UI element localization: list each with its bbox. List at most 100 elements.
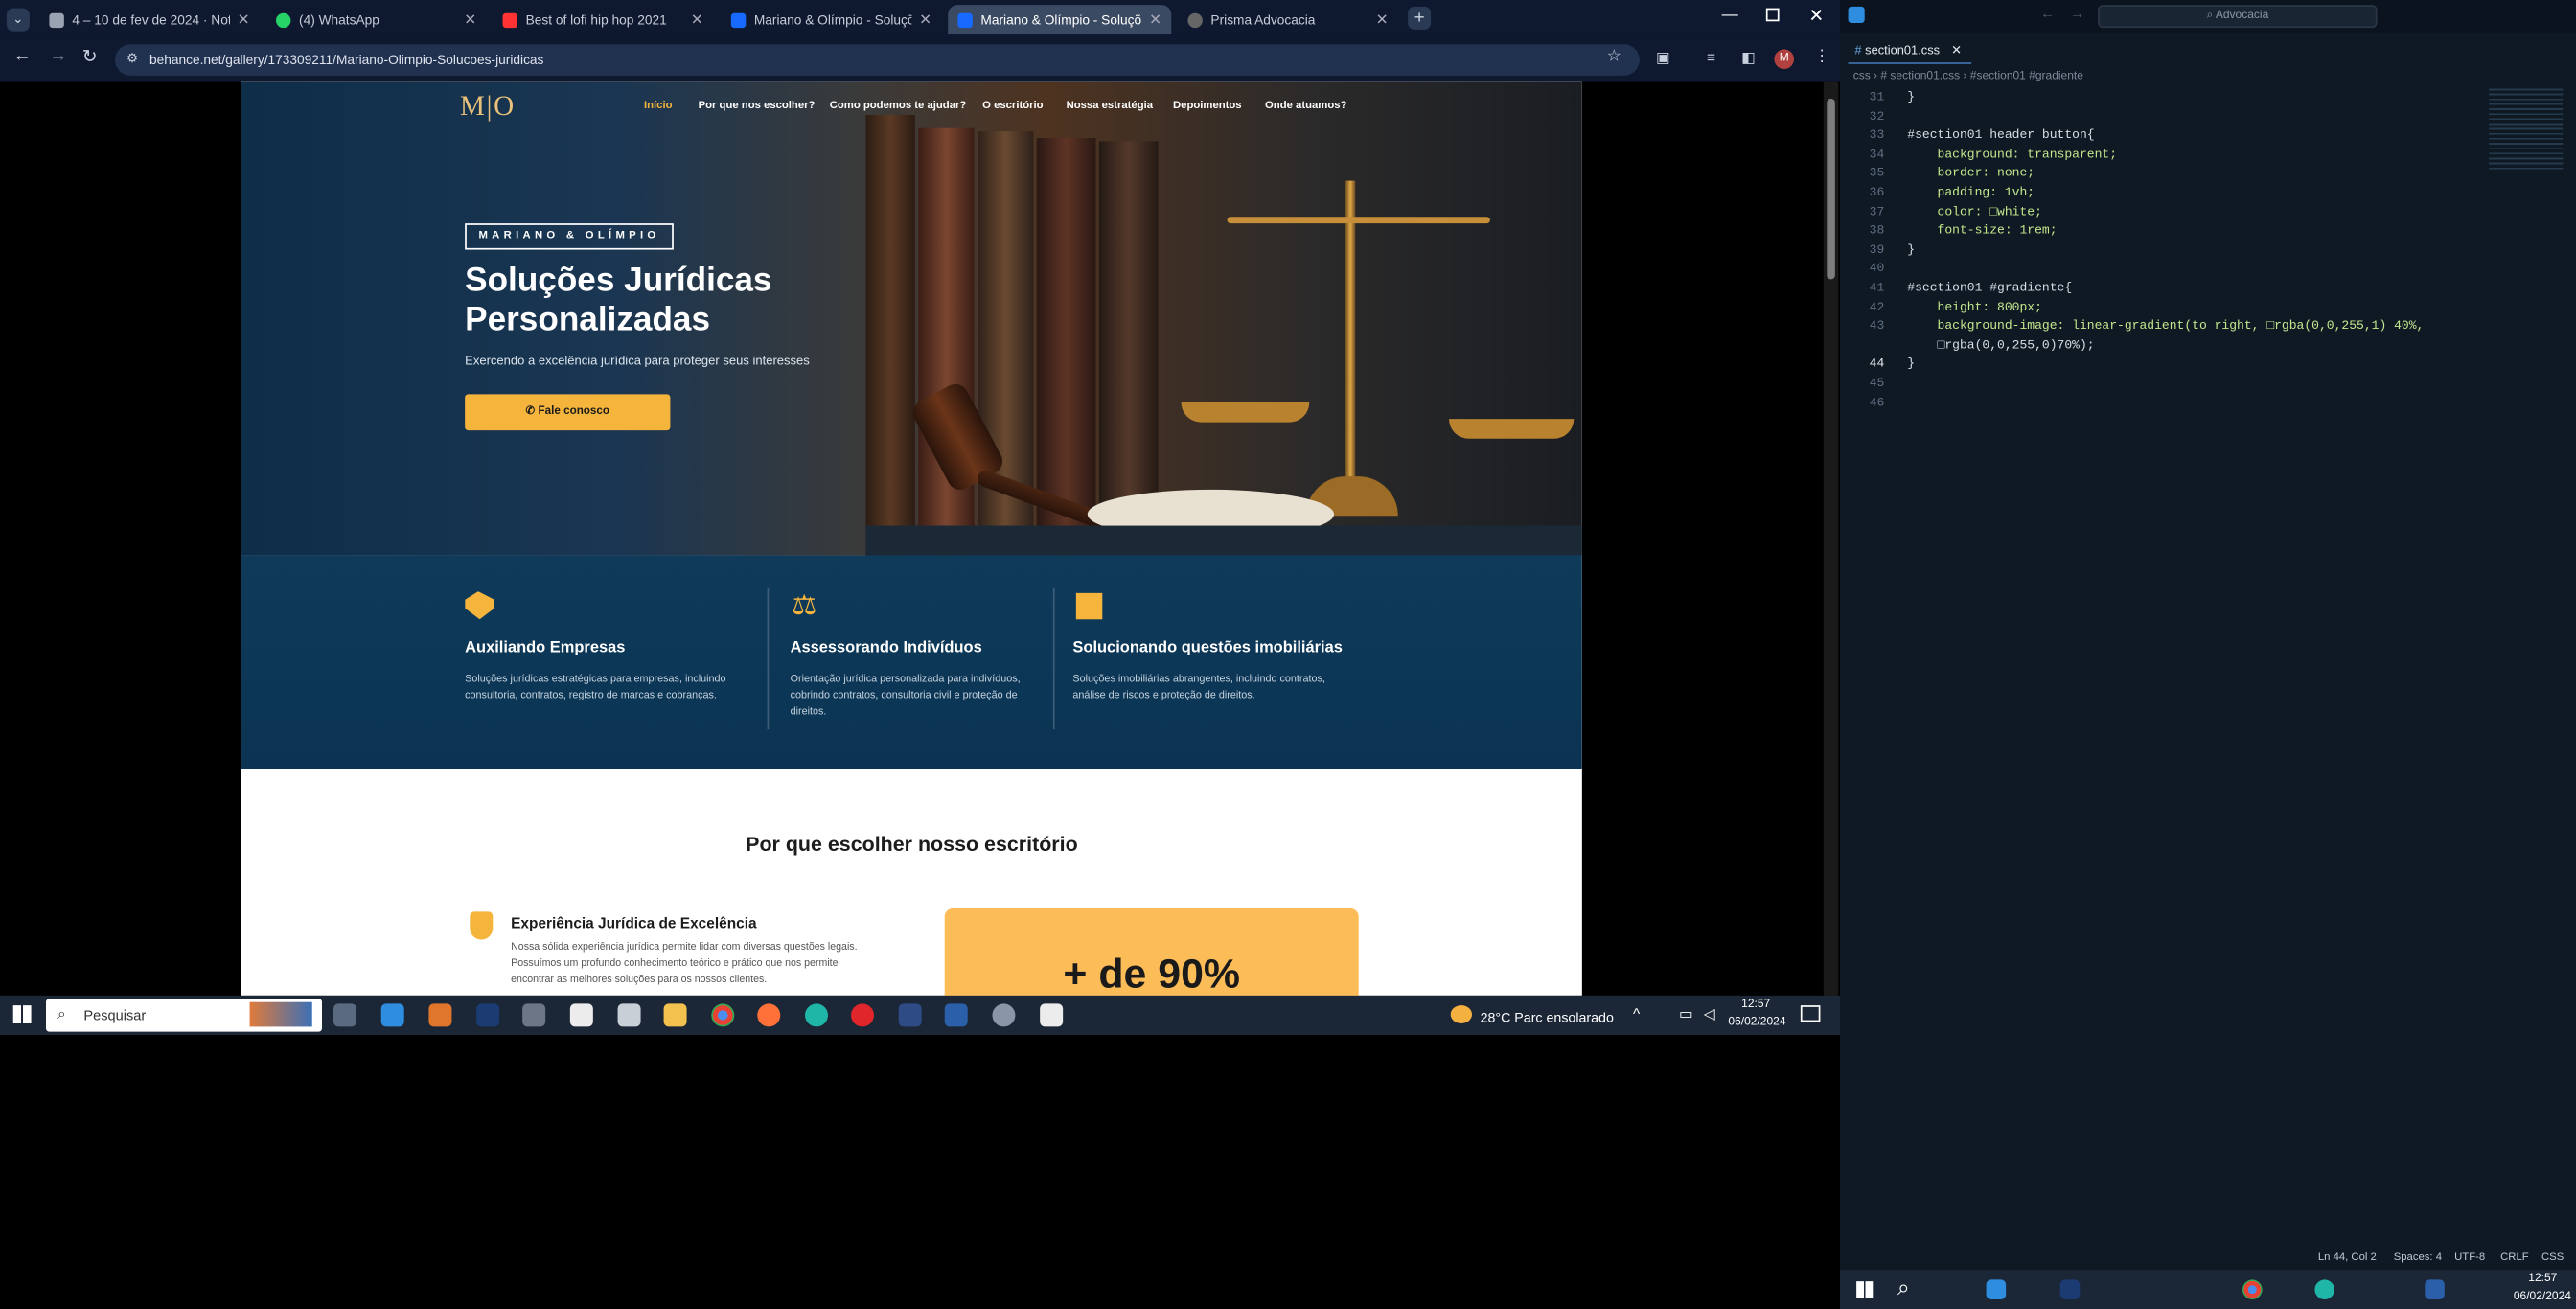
back-icon[interactable]: ← — [2040, 5, 2055, 21]
taskbar-search[interactable]: ⌕ Pesquisar — [46, 999, 323, 1032]
volume-icon[interactable]: ◁ — [1704, 1005, 1715, 1023]
code-line[interactable]: 32 — [1840, 111, 2576, 130]
code-line[interactable]: 35 border: none; — [1840, 169, 2576, 188]
forward-icon[interactable]: → — [49, 46, 67, 66]
code-line[interactable]: 46 — [1840, 397, 2576, 416]
language-mode[interactable]: CSS — [2542, 1252, 2564, 1263]
profile-avatar[interactable]: M — [1774, 49, 1795, 70]
notifications-icon[interactable] — [1800, 1005, 1821, 1022]
clock-time[interactable]: 12:57 — [2528, 1274, 2557, 1285]
nav-como-ajudar[interactable]: Como podemos te ajudar? — [830, 101, 967, 112]
browser-tab[interactable]: Prisma Advocacia ✕ — [1178, 5, 1398, 34]
close-icon[interactable]: ✕ — [1149, 11, 1162, 29]
code-line[interactable]: 38 font-size: 1rem; — [1840, 225, 2576, 244]
code-line[interactable]: 40 — [1840, 264, 2576, 283]
cursor-position[interactable]: Ln 44, Col 2 — [2318, 1252, 2377, 1263]
close-icon[interactable]: ✕ — [464, 11, 476, 29]
code-line[interactable]: 42 height: 800px; — [1840, 302, 2576, 321]
chevron-up-icon[interactable]: ^ — [1633, 1005, 1640, 1022]
breadcrumb-item[interactable]: #section01 #gradiente — [1970, 71, 2083, 82]
nav-estrategia[interactable]: Nossa estratégia — [1067, 101, 1153, 112]
editor-tab[interactable]: # section01.css ✕ — [1848, 37, 1972, 64]
browser-tab[interactable]: (4) WhatsApp ✕ — [266, 5, 487, 34]
breadcrumb-item[interactable]: # section01.css — [1880, 71, 1960, 82]
network-icon[interactable]: ▭ — [1679, 1005, 1693, 1023]
media-icon[interactable]: ≡ — [1707, 49, 1715, 65]
code-line[interactable]: 33 #section01 header button{ — [1840, 130, 2576, 149]
indent-setting[interactable]: Spaces: 4 — [2394, 1252, 2442, 1263]
chrome-icon[interactable] — [2242, 1279, 2263, 1300]
close-icon[interactable]: ✕ — [1376, 11, 1389, 29]
browser-tab[interactable]: 4 – 10 de fev de 2024 · Notion✕ — [39, 5, 260, 34]
task-view-icon[interactable] — [334, 1003, 357, 1027]
code-line[interactable]: □rgba(0,0,255,0)70%); — [1840, 340, 2576, 359]
search-icon[interactable]: ⌕ — [1898, 1275, 1909, 1300]
code-line[interactable]: 36 padding: 1vh; — [1840, 187, 2576, 206]
code-line[interactable]: 37 color: □white; — [1840, 206, 2576, 225]
code-line[interactable]: 45 — [1840, 378, 2576, 397]
photoshop-icon[interactable] — [2059, 1279, 2081, 1300]
line-ending[interactable]: CRLF — [2500, 1252, 2529, 1263]
close-icon[interactable]: ✕ — [238, 11, 250, 29]
clock-date[interactable]: 06/02/2024 — [1728, 1017, 1785, 1028]
encoding[interactable]: UTF-8 — [2454, 1252, 2485, 1263]
bookmark-star-icon[interactable]: ☆ — [1607, 48, 1622, 66]
clock-date[interactable]: 06/02/2024 — [2514, 1291, 2571, 1302]
close-icon[interactable]: ✕ — [691, 11, 703, 29]
forward-icon[interactable]: → — [2070, 5, 2084, 21]
edge-icon[interactable] — [805, 1003, 829, 1027]
firefox-icon[interactable] — [757, 1003, 781, 1027]
browser-menu-icon[interactable]: ⋮ — [1814, 48, 1830, 66]
sidepanel-icon[interactable]: ◧ — [1741, 49, 1756, 67]
start-icon[interactable] — [12, 1005, 32, 1024]
code-editor[interactable]: 31} 32 33 #section01 header button{34 backg… — [1840, 92, 2497, 421]
code-line[interactable]: 39} — [1840, 244, 2576, 264]
vscode-icon[interactable] — [380, 1003, 404, 1027]
minimize-button[interactable]: — — [1722, 7, 1738, 25]
notion-icon[interactable] — [1040, 1003, 1064, 1027]
reload-icon[interactable]: ↻ — [82, 46, 98, 68]
browser-scrollbar[interactable] — [1823, 81, 1839, 996]
chrome-icon[interactable] — [711, 1003, 735, 1027]
scrollbar-thumb[interactable] — [1827, 98, 1835, 280]
clock-time[interactable]: 12:57 — [1741, 999, 1770, 1010]
nav-escritorio[interactable]: O escritório — [982, 101, 1043, 112]
command-center-search[interactable]: ⌕ Advocacia — [2098, 5, 2378, 29]
close-icon[interactable]: ✕ — [919, 11, 932, 29]
word-icon[interactable] — [2425, 1279, 2445, 1300]
edge-icon[interactable] — [2314, 1279, 2335, 1300]
start-icon[interactable] — [1856, 1281, 1874, 1298]
tab-search-button[interactable]: ⌄ — [6, 8, 30, 32]
browser-tab[interactable]: Best of lofi hip hop 2021 ✕ — [493, 5, 713, 34]
weather-text[interactable]: 28°C Parc ensolarado — [1481, 1009, 1614, 1025]
code-line[interactable]: 41 #section01 #gradiente{ — [1840, 283, 2576, 302]
close-icon[interactable]: ✕ — [1951, 43, 1962, 57]
app-icon[interactable] — [898, 1003, 922, 1027]
vscode-icon[interactable] — [1986, 1279, 2007, 1300]
settings-icon[interactable] — [992, 1003, 1016, 1027]
opera-icon[interactable] — [851, 1003, 875, 1027]
nav-onde-atuamos[interactable]: Onde atuamos? — [1265, 101, 1346, 112]
url-field[interactable]: ⚙ behance.net/gallery/173309211/Mariano-… — [115, 44, 1640, 76]
code-line[interactable]: 43 background-image: linear-gradient(to … — [1840, 321, 2576, 340]
code-line[interactable]: 44} — [1840, 358, 2576, 378]
restore-button[interactable] — [1765, 8, 1780, 22]
app-icon[interactable] — [428, 1003, 452, 1027]
browser-tab-active[interactable]: Mariano & Olímpio - Soluções ✕ — [948, 5, 1172, 35]
nav-depoimentos[interactable]: Depoimentos — [1173, 101, 1242, 112]
file-explorer-icon[interactable] — [663, 1003, 687, 1027]
calculator-icon[interactable] — [522, 1003, 546, 1027]
code-line[interactable]: 34 background: transparent; — [1840, 149, 2576, 169]
new-tab-button[interactable]: + — [1408, 6, 1432, 30]
nav-inicio[interactable]: Início — [644, 101, 673, 112]
word-icon[interactable] — [944, 1003, 968, 1027]
code-line[interactable]: 31} — [1840, 92, 2576, 111]
site-logo[interactable]: M|O — [460, 90, 516, 123]
photoshop-icon[interactable] — [476, 1003, 500, 1027]
extensions-icon[interactable]: ▣ — [1656, 49, 1670, 67]
app-icon[interactable] — [617, 1003, 641, 1027]
close-window-button[interactable]: ✕ — [1808, 5, 1824, 27]
back-icon[interactable]: ← — [13, 46, 32, 66]
notion-icon[interactable] — [569, 1003, 593, 1027]
site-info-icon[interactable]: ⚙ — [126, 51, 138, 65]
